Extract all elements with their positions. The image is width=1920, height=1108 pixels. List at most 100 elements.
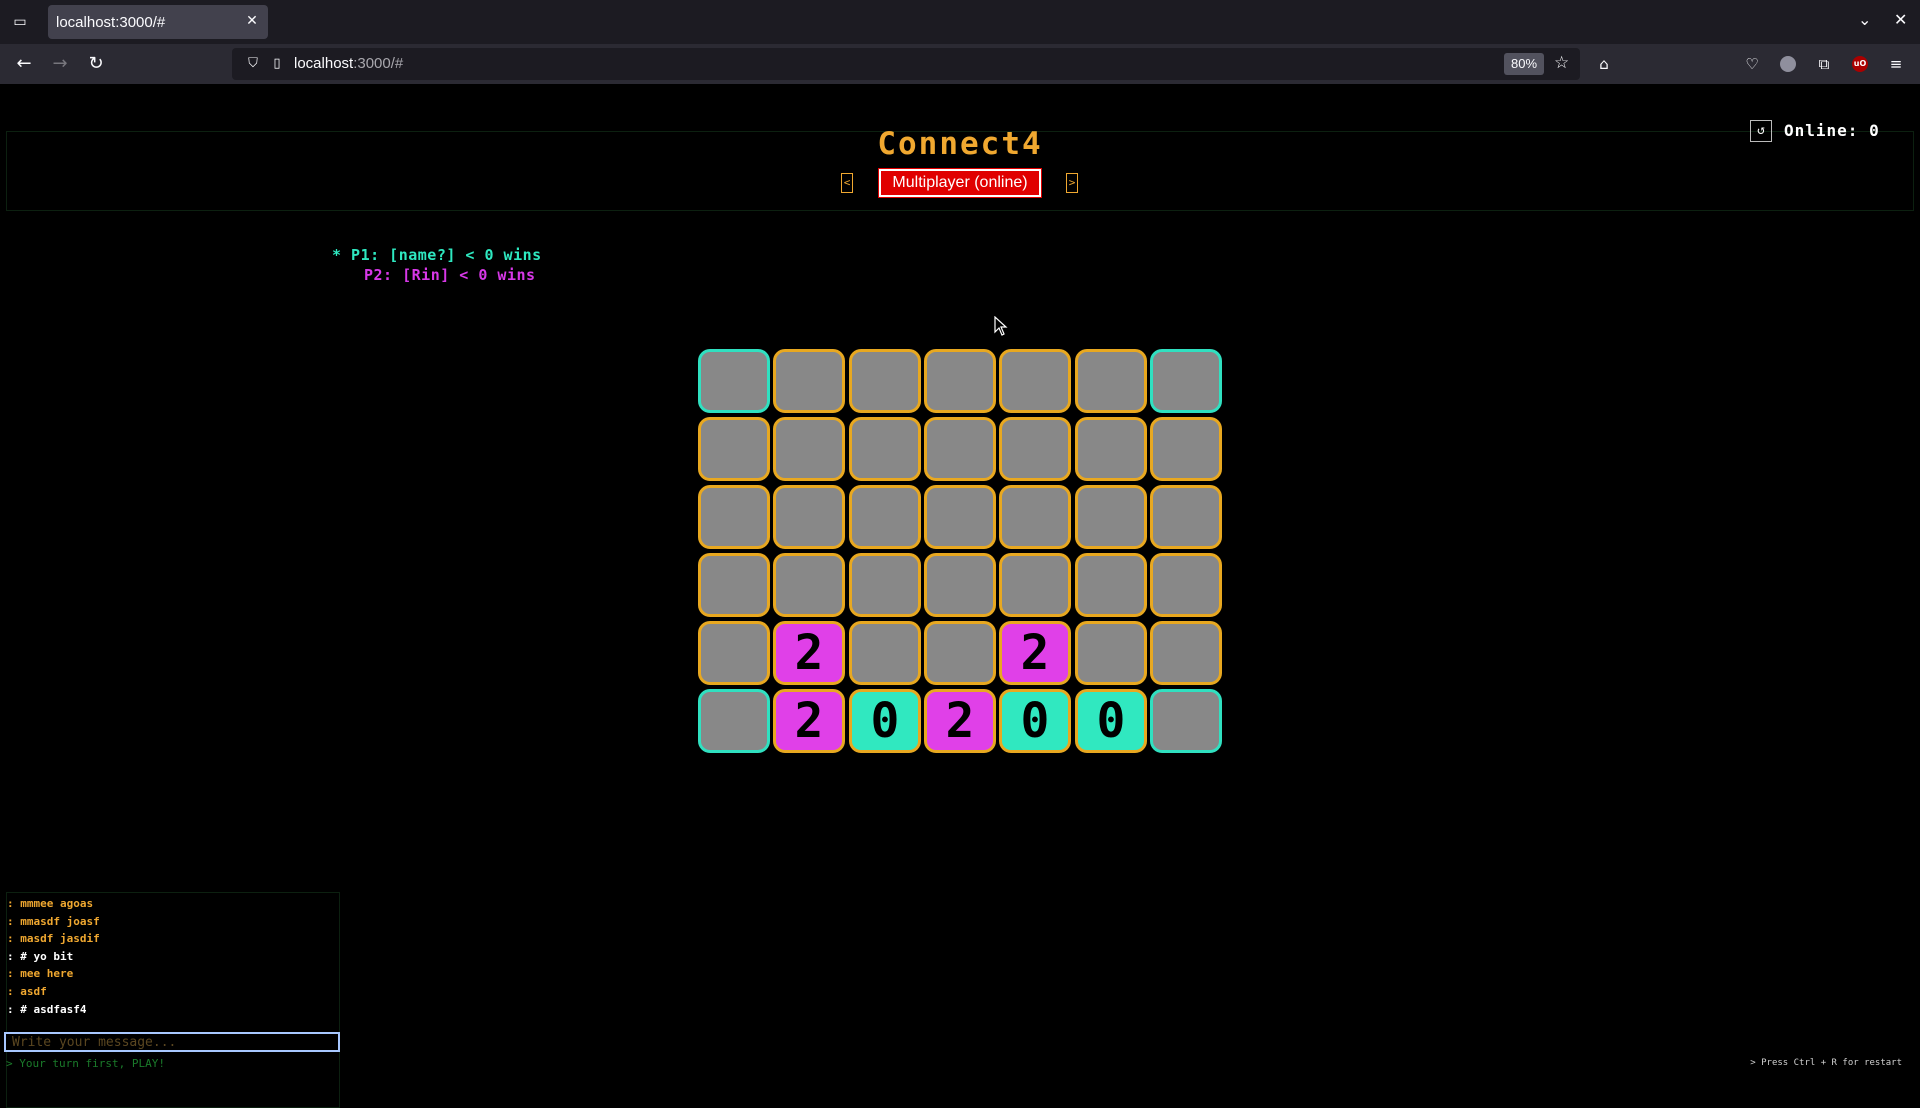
account-avatar-icon[interactable] <box>1780 56 1796 72</box>
chat-message-text: mmmee agoas <box>20 897 94 910</box>
board-cell[interactable] <box>999 417 1071 481</box>
url-bar[interactable]: ⛉ ▯ localhost:3000/# 80% ☆ <box>232 48 1580 80</box>
board-cell[interactable] <box>924 417 996 481</box>
chat-input[interactable] <box>4 1032 340 1052</box>
cell-mark: 0 <box>870 693 900 749</box>
game-title: Connect4 <box>877 126 1043 162</box>
board-cell[interactable] <box>924 485 996 549</box>
board-cell[interactable] <box>773 417 845 481</box>
board-cell[interactable] <box>1150 349 1222 413</box>
chat-message-prefix: : # <box>7 1002 27 1016</box>
board-cell[interactable] <box>924 553 996 617</box>
board-cell[interactable] <box>698 689 770 753</box>
chat-message: : masdf jasdif <box>7 932 100 949</box>
board-cell[interactable] <box>698 349 770 413</box>
reload-icon[interactable]: ↻ <box>84 52 108 76</box>
player-2-label: P2: [Rin] < 0 wins <box>364 266 536 284</box>
mode-button[interactable]: Multiplayer (online) <box>878 168 1042 198</box>
board-cell[interactable]: 0 <box>849 689 921 753</box>
back-icon[interactable]: ← <box>12 52 36 76</box>
url-text[interactable]: localhost:3000/# <box>294 55 403 72</box>
board-cell[interactable] <box>849 417 921 481</box>
forward-icon[interactable]: → <box>48 52 72 76</box>
browser-tab[interactable]: localhost:3000/# ✕ <box>48 5 268 39</box>
board-cell[interactable] <box>924 349 996 413</box>
ublock-icon[interactable]: uO <box>1852 56 1868 72</box>
board-cell[interactable]: 0 <box>1075 689 1147 753</box>
chat-message-text: asdf <box>20 985 47 998</box>
chat-message-prefix: : <box>7 914 14 928</box>
browser-nav-bar: ← → ↻ ⛉ ▯ localhost:3000/# 80% ☆ ⌂ ♡ ⧉ u… <box>0 44 1920 84</box>
chevron-down-icon[interactable]: ⌄ <box>1858 10 1871 29</box>
url-host: localhost <box>294 55 354 72</box>
board-cell[interactable]: 2 <box>924 689 996 753</box>
mode-prev-button[interactable]: < <box>841 173 853 193</box>
board-cell[interactable] <box>999 553 1071 617</box>
page-content: Connect4 < Multiplayer (online) > ↺ Onli… <box>0 84 1920 1108</box>
player-list: * P1: [name?] < 0 wins P2: [Rin] < 0 win… <box>332 246 542 286</box>
url-path: :3000/# <box>353 55 404 72</box>
chat-message: : asdf <box>7 985 47 1002</box>
board-cell[interactable] <box>1150 689 1222 753</box>
board-cell[interactable] <box>773 349 845 413</box>
cell-mark: 0 <box>1020 693 1050 749</box>
close-window-icon[interactable]: ✕ <box>1894 10 1907 29</box>
board-cell[interactable] <box>698 485 770 549</box>
board-cell[interactable] <box>773 485 845 549</box>
board-cell[interactable] <box>849 553 921 617</box>
zoom-level[interactable]: 80% <box>1504 53 1544 75</box>
refresh-icon[interactable]: ↺ <box>1750 120 1772 142</box>
tab-title: localhost:3000/# <box>56 14 166 31</box>
mouse-cursor-icon <box>994 316 1008 336</box>
board-cell[interactable] <box>1075 349 1147 413</box>
board-cell[interactable] <box>1075 621 1147 685</box>
board-cell[interactable] <box>849 621 921 685</box>
board-cell[interactable] <box>1150 621 1222 685</box>
board-cell[interactable]: 2 <box>773 689 845 753</box>
bookmark-star-icon[interactable]: ☆ <box>1554 53 1569 73</box>
board-cell[interactable] <box>698 553 770 617</box>
cell-mark: 0 <box>1096 693 1126 749</box>
board-cell[interactable] <box>1150 417 1222 481</box>
board-cell[interactable]: 2 <box>999 621 1071 685</box>
chat-message-prefix: : <box>7 967 14 981</box>
board-cell[interactable] <box>924 621 996 685</box>
board-cell[interactable] <box>849 349 921 413</box>
mode-selector: < Multiplayer (online) > <box>0 167 1920 198</box>
board-cell[interactable]: 0 <box>999 689 1071 753</box>
online-count: Online: 0 <box>1784 121 1880 140</box>
board-cell[interactable] <box>773 553 845 617</box>
shield-icon[interactable]: ⛉ <box>244 55 262 73</box>
chat-message: : mmmee agoas <box>7 897 93 914</box>
browser-tab-bar: ▭ localhost:3000/# ✕ ⌄ ✕ <box>0 0 1920 44</box>
chat-message-prefix: : <box>7 985 14 998</box>
menu-icon[interactable]: ≡ <box>1886 54 1906 74</box>
chat-message-text: mmasdf joasf <box>20 914 100 928</box>
chat-log: : mmmee agoas: mmasdf joasf : masdf jasdi… <box>6 892 340 1108</box>
status-message: > Your turn first, PLAY! <box>6 1057 165 1070</box>
home-icon[interactable]: ⌂ <box>1594 54 1614 74</box>
board-cell[interactable] <box>1075 553 1147 617</box>
pocket-icon[interactable]: ♡ <box>1742 54 1762 74</box>
mode-next-button[interactable]: > <box>1066 173 1078 193</box>
board-cell[interactable] <box>849 485 921 549</box>
close-tab-icon[interactable]: ✕ <box>244 13 260 29</box>
player-1-label: * P1: [name?] < 0 wins <box>332 246 542 264</box>
board-cell[interactable] <box>1150 553 1222 617</box>
chat-message-prefix: : <box>7 932 14 946</box>
extensions-icon[interactable]: ⧉ <box>1814 54 1834 74</box>
chat-message: : mee here <box>7 967 73 984</box>
board-cell[interactable] <box>999 349 1071 413</box>
chat-message-text: mee here <box>20 967 74 981</box>
board-cell[interactable] <box>999 485 1071 549</box>
board-cell[interactable] <box>1075 417 1147 481</box>
cell-mark: 2 <box>1020 625 1050 681</box>
tab-list-icon[interactable]: ▭ <box>10 12 30 32</box>
board-cell[interactable]: 2 <box>773 621 845 685</box>
board-cell[interactable] <box>698 417 770 481</box>
cell-mark: 2 <box>794 693 824 749</box>
board-cell[interactable] <box>1150 485 1222 549</box>
page-icon[interactable]: ▯ <box>268 55 286 73</box>
board-cell[interactable] <box>698 621 770 685</box>
board-cell[interactable] <box>1075 485 1147 549</box>
